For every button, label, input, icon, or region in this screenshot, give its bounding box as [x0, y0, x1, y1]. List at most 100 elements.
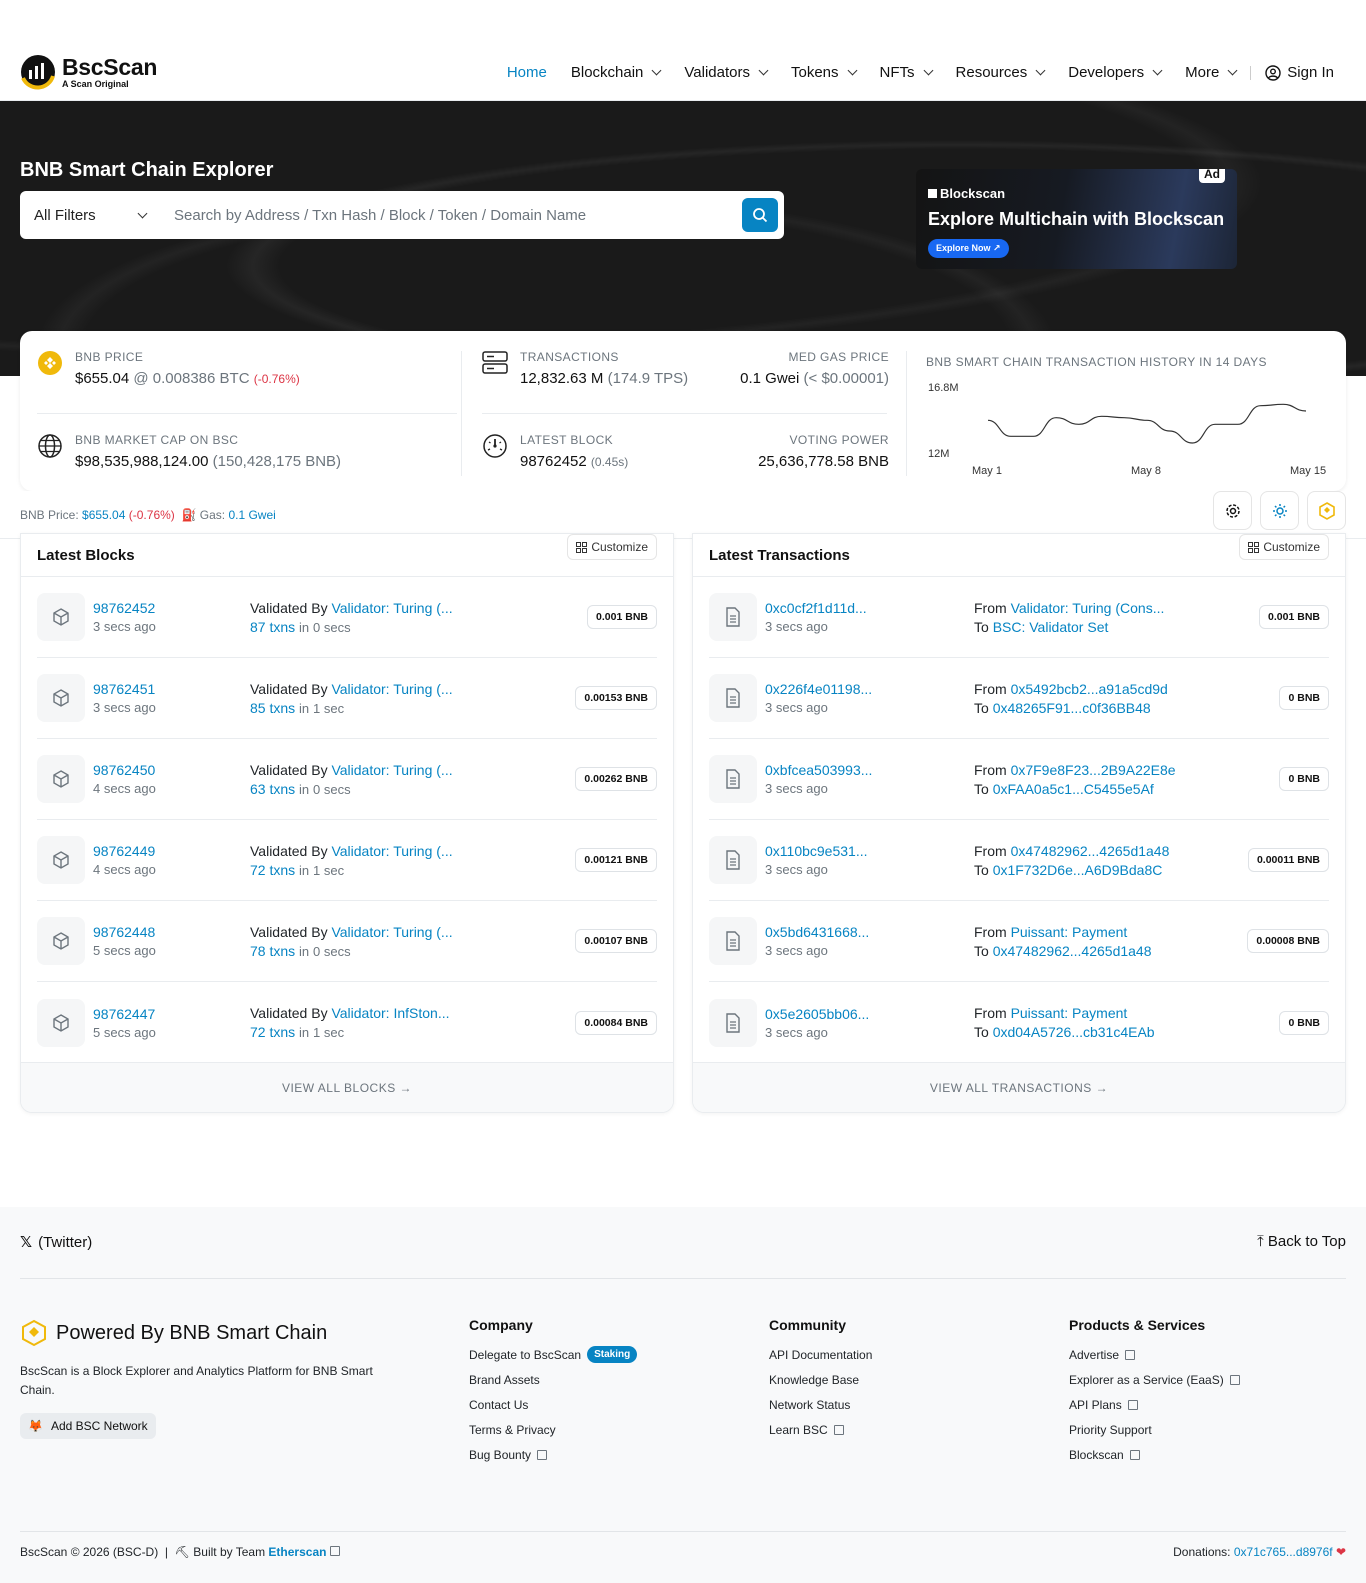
data-point[interactable]: [1054, 416, 1058, 420]
block-number-link[interactable]: 98762448: [93, 924, 243, 940]
view-all-transactions-link[interactable]: VIEW ALL TRANSACTIONS →: [693, 1062, 1345, 1112]
from-address-link[interactable]: Validator: Turing (Cons...: [1011, 600, 1165, 616]
nav-tokens[interactable]: Tokens: [791, 64, 857, 81]
filter-select[interactable]: All Filters: [20, 207, 160, 224]
data-point[interactable]: [1190, 441, 1194, 445]
validator-link[interactable]: Validator: Turing (...: [331, 924, 452, 940]
footer-link-blockscan[interactable]: Blockscan: [1069, 1439, 1240, 1470]
block-age: 4 secs ago: [93, 862, 156, 877]
tx-hash-link[interactable]: 0x226f4e01198...: [765, 681, 915, 697]
to-address-link[interactable]: 0x1F732D6e...A6D9Bda8C: [993, 862, 1163, 878]
data-point[interactable]: [1304, 409, 1308, 413]
data-point[interactable]: [1077, 422, 1081, 426]
data-point[interactable]: [1213, 422, 1217, 426]
data-point[interactable]: [1145, 418, 1149, 422]
twitter-link[interactable]: 𝕏 (Twitter): [20, 1233, 92, 1252]
block-row: 98762447 5 secs ago Validated By Validator…: [37, 982, 657, 1063]
block-number-link[interactable]: 98762450: [93, 762, 243, 778]
nav-more[interactable]: More: [1185, 64, 1238, 81]
footer-link-learn-bsc[interactable]: Learn BSC: [769, 1414, 872, 1445]
data-point[interactable]: [1009, 434, 1013, 438]
data-point[interactable]: [1122, 416, 1126, 420]
tx-hash-link[interactable]: 0x110bc9e531...: [765, 843, 915, 859]
customize-button[interactable]: Customize: [567, 534, 657, 560]
nav-resources[interactable]: Resources: [956, 64, 1046, 81]
data-point[interactable]: [1100, 414, 1104, 418]
block-number-link[interactable]: 98762447: [93, 1006, 243, 1022]
block-number-link[interactable]: 98762452: [93, 600, 243, 616]
validator-link[interactable]: Validator: Turing (...: [331, 600, 452, 616]
from-address-link[interactable]: Puissant: Payment: [1011, 1005, 1128, 1021]
from-address-link[interactable]: Puissant: Payment: [1011, 924, 1128, 940]
speedometer-icon: [482, 433, 508, 459]
block-number-link[interactable]: 98762451: [93, 681, 243, 697]
sign-in-link[interactable]: Sign In: [1265, 64, 1334, 81]
settings-button[interactable]: [1213, 491, 1252, 530]
block-number-link[interactable]: 98762449: [93, 843, 243, 859]
nav-home[interactable]: Home: [507, 64, 547, 81]
data-point[interactable]: [986, 418, 990, 422]
data-point[interactable]: [1236, 422, 1240, 426]
to-address-link[interactable]: 0x48265F91...c0f36BB48: [993, 700, 1151, 716]
tx-hash-link[interactable]: 0x5bd6431668...: [765, 924, 915, 940]
to-address-link[interactable]: 0xd04A5726...cb31c4EAb: [993, 1024, 1155, 1040]
to-address-link[interactable]: BSC: Validator Set: [993, 619, 1109, 635]
copyright: BscScan © 2026 (BSC-D): [20, 1545, 159, 1559]
txns-link[interactable]: 87 txns: [250, 619, 295, 635]
validator-link[interactable]: Validator: InfSton...: [331, 1005, 449, 1021]
network-switch-button[interactable]: [1307, 491, 1346, 530]
add-network-button[interactable]: 🦊 Add BSC Network: [20, 1413, 156, 1439]
from-address-link[interactable]: 0x47482962...4265d1a48: [1011, 843, 1170, 859]
etherscan-link[interactable]: Etherscan: [268, 1545, 326, 1559]
search-input[interactable]: [160, 206, 742, 224]
to-address-link[interactable]: 0x47482962...4265d1a48: [993, 943, 1152, 959]
nav-developers[interactable]: Developers: [1068, 64, 1163, 81]
txns-link[interactable]: 63 txns: [250, 781, 295, 797]
globe-icon: [37, 433, 63, 459]
txns-link[interactable]: 85 txns: [250, 700, 295, 716]
logo-tagline: A Scan Original: [62, 79, 129, 89]
gas-link[interactable]: 0.1 Gwei: [228, 508, 275, 522]
data-point[interactable]: [1259, 404, 1263, 408]
data-point[interactable]: [1168, 429, 1172, 433]
theme-toggle-button[interactable]: [1260, 491, 1299, 530]
tx-hash-link[interactable]: 0xc0cf2f1d11d...: [765, 600, 915, 616]
tx-hash-link[interactable]: 0xbfcea503993...: [765, 762, 915, 778]
external-link-icon: [833, 1424, 844, 1435]
divider: [906, 351, 907, 476]
grid-icon: [576, 541, 588, 553]
txns-link[interactable]: 72 txns: [250, 862, 295, 878]
validator-link[interactable]: Validator: Turing (...: [331, 843, 452, 859]
validator-link[interactable]: Validator: Turing (...: [331, 762, 452, 778]
nav-validators[interactable]: Validators: [684, 64, 769, 81]
txns-link[interactable]: 78 txns: [250, 943, 295, 959]
latest-block-link[interactable]: 98762452: [520, 453, 587, 470]
bscscan-logo[interactable]: BscScan A Scan Original: [20, 54, 157, 90]
validator-link[interactable]: Validator: Turing (...: [331, 681, 452, 697]
gas-tracker-link[interactable]: 0.1 Gwei: [740, 370, 799, 387]
nav-nfts[interactable]: NFTs: [880, 64, 933, 81]
ad-banner[interactable]: Blockscan Explore Multichain with Blocks…: [916, 169, 1237, 269]
ad-explore-button[interactable]: Explore Now ↗: [928, 239, 1009, 258]
tx-hash-link[interactable]: 0x5e2605bb06...: [765, 1006, 915, 1022]
view-all-blocks-link[interactable]: VIEW ALL BLOCKS →: [21, 1062, 673, 1112]
data-point[interactable]: [1031, 434, 1035, 438]
customize-button[interactable]: Customize: [1239, 534, 1329, 560]
block-reward-badge: 0.00153 BNB: [575, 686, 657, 710]
footer-link-bug-bounty[interactable]: Bug Bounty: [469, 1439, 637, 1470]
data-point[interactable]: [1281, 402, 1285, 406]
txns-link[interactable]: 72 txns: [250, 1024, 295, 1040]
bnb-price-link[interactable]: $655.04: [82, 508, 125, 522]
pickaxe-icon: ⛏: [174, 1545, 190, 1559]
to-address-link[interactable]: 0xFAA0a5c1...C5455e5Af: [993, 781, 1154, 797]
back-to-top-link[interactable]: ⤒ Back to Top: [1257, 1233, 1346, 1250]
from-address-link[interactable]: 0x5492bcb2...a91a5cd9d: [1011, 681, 1168, 697]
transactions-link[interactable]: 12,832.63 M: [520, 370, 603, 387]
donation-address-link[interactable]: 0x71c765...d8976f: [1234, 1545, 1333, 1559]
transaction-history-chart[interactable]: 16.8M 12M May 1 May 8 May 15: [926, 377, 1336, 477]
nav-blockchain[interactable]: Blockchain: [571, 64, 662, 81]
from-address-link[interactable]: 0x7F9e8F23...2B9A22E8e: [1011, 762, 1176, 778]
search-button[interactable]: [742, 198, 778, 232]
bnb-price-link[interactable]: $655.04: [75, 370, 129, 387]
chevron-down-icon: [923, 65, 933, 76]
